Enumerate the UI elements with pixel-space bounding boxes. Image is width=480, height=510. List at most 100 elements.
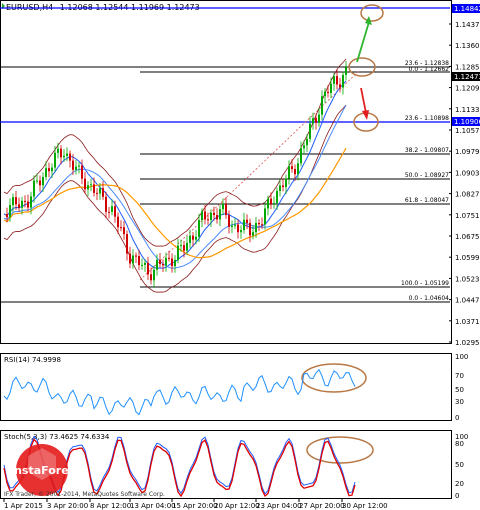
candle-body	[168, 257, 170, 259]
candle-body	[306, 138, 308, 146]
time-axis-label: 8 Apr 12:00	[90, 502, 131, 510]
candle-body	[12, 197, 14, 206]
candle-body	[141, 264, 143, 266]
tag-top: 1.14842	[454, 5, 480, 13]
candle-body	[165, 257, 167, 266]
candle-body	[48, 168, 50, 172]
fibo-label: 50.0 - 1.08927	[405, 172, 449, 179]
candle-body	[87, 185, 89, 190]
main-price-panel[interactable]	[0, 0, 452, 344]
candle-body	[225, 203, 227, 216]
candle-body	[303, 145, 305, 149]
candle-body	[159, 259, 161, 265]
time-axis-label: 1 Apr 2015	[4, 502, 43, 510]
candle-body	[234, 224, 236, 226]
price-tick-label: 1.10570	[455, 127, 480, 135]
time-axis-label: 27 Apr 20:00	[299, 502, 345, 510]
copyright-text: IFX Trader, © 2001-2014, MetaQuotes Soft…	[4, 491, 165, 498]
candle-body	[288, 166, 290, 179]
candle-body	[282, 185, 284, 188]
candle-body	[63, 155, 65, 158]
candle-body	[195, 236, 197, 240]
candle-body	[189, 235, 191, 243]
candle-body	[291, 166, 293, 170]
price-tick-label: 1.12090	[455, 85, 480, 93]
candle-body	[186, 242, 188, 251]
fibo-label: 61.8 - 1.08047	[405, 197, 449, 204]
candle-body	[78, 165, 80, 167]
rsi-label: RSI(14) 74.9998	[4, 356, 61, 364]
price-tick-label: 1.03710	[455, 318, 480, 326]
price-tick-label: 1.07510	[455, 212, 480, 220]
candle-body	[93, 184, 95, 193]
candle-body	[276, 191, 278, 203]
candle-body	[150, 274, 152, 281]
candle-body	[177, 245, 179, 260]
candle-body	[201, 211, 203, 221]
candle-body	[135, 255, 137, 257]
candle-body	[69, 153, 71, 161]
candle-body	[90, 184, 92, 186]
stoch-tick-label: 0	[455, 492, 459, 500]
candle-body	[27, 201, 29, 208]
candle-body	[108, 211, 110, 213]
rsi-panel[interactable]	[0, 353, 452, 421]
candle-body	[342, 74, 344, 88]
price-tick-label: 1.05230	[455, 275, 480, 283]
candle-body	[222, 203, 224, 210]
candle-body	[102, 188, 104, 197]
time-axis-label: 30 Apr 12:00	[342, 502, 388, 510]
price-tick-label: 1.09790	[455, 148, 480, 156]
stoch-label: Stoch(5,3,3) 73.4625 74.6334	[4, 433, 110, 441]
candle-body	[219, 209, 221, 220]
candle-body	[309, 123, 311, 139]
candle-body	[294, 169, 296, 175]
candle-body	[99, 188, 101, 194]
candle-body	[261, 224, 263, 226]
candle-body	[30, 196, 32, 208]
price-tick-label: 1.06750	[455, 233, 480, 241]
candle-body	[111, 206, 113, 212]
rsi-tick-label: 70	[455, 372, 464, 380]
tag-current: 1.12473	[454, 73, 480, 81]
candle-body	[246, 219, 248, 223]
candle-body	[300, 148, 302, 164]
candle-body	[252, 232, 254, 236]
candle-body	[336, 76, 338, 85]
candle-body	[42, 176, 44, 186]
candle-body	[330, 83, 332, 93]
price-tick-label: 1.13600	[455, 42, 480, 50]
candle-body	[132, 255, 134, 264]
time-axis-label: 15 Apr 20:00	[172, 502, 218, 510]
candle-body	[57, 148, 59, 153]
candle-body	[339, 84, 341, 88]
candle-body	[207, 219, 209, 221]
rsi-tick-label: 30	[455, 398, 464, 406]
price-axis: 1.14370 1.13600 1.12850 1.12090 1.11330 1.105…	[449, 21, 480, 347]
candle-body	[285, 178, 287, 188]
candle-body	[321, 96, 323, 115]
price-tick-label: 1.08270	[455, 191, 480, 199]
price-tick-label: 1.14370	[455, 21, 480, 29]
candle-body	[117, 216, 119, 228]
candle-body	[144, 262, 146, 265]
candle-body	[60, 148, 62, 158]
candle-body	[273, 202, 275, 205]
trading-chart[interactable]: EURUSD,H4 1.12068 1.12544 1.11969 1.1247…	[0, 0, 480, 510]
candle-body	[36, 180, 38, 182]
candle-body	[312, 118, 314, 124]
time-axis-label: 3 Apr 20:00	[47, 502, 88, 510]
candle-body	[75, 166, 77, 170]
candle-body	[345, 67, 347, 75]
price-tick-label: 1.04470	[455, 297, 480, 305]
fibo-label: 38.2 - 1.09807	[405, 147, 449, 154]
candle-body	[96, 192, 98, 194]
stoch-axis: 1008050200	[455, 433, 468, 500]
candle-body	[318, 114, 320, 123]
candle-body	[249, 222, 251, 236]
time-axis-label: 13 Apr 04:00	[130, 502, 176, 510]
candle-body	[21, 200, 23, 208]
price-tick-label: 1.11330	[455, 106, 480, 114]
candle-body	[279, 185, 281, 192]
fibo-label: 23.6 - 1.10898	[405, 115, 449, 122]
